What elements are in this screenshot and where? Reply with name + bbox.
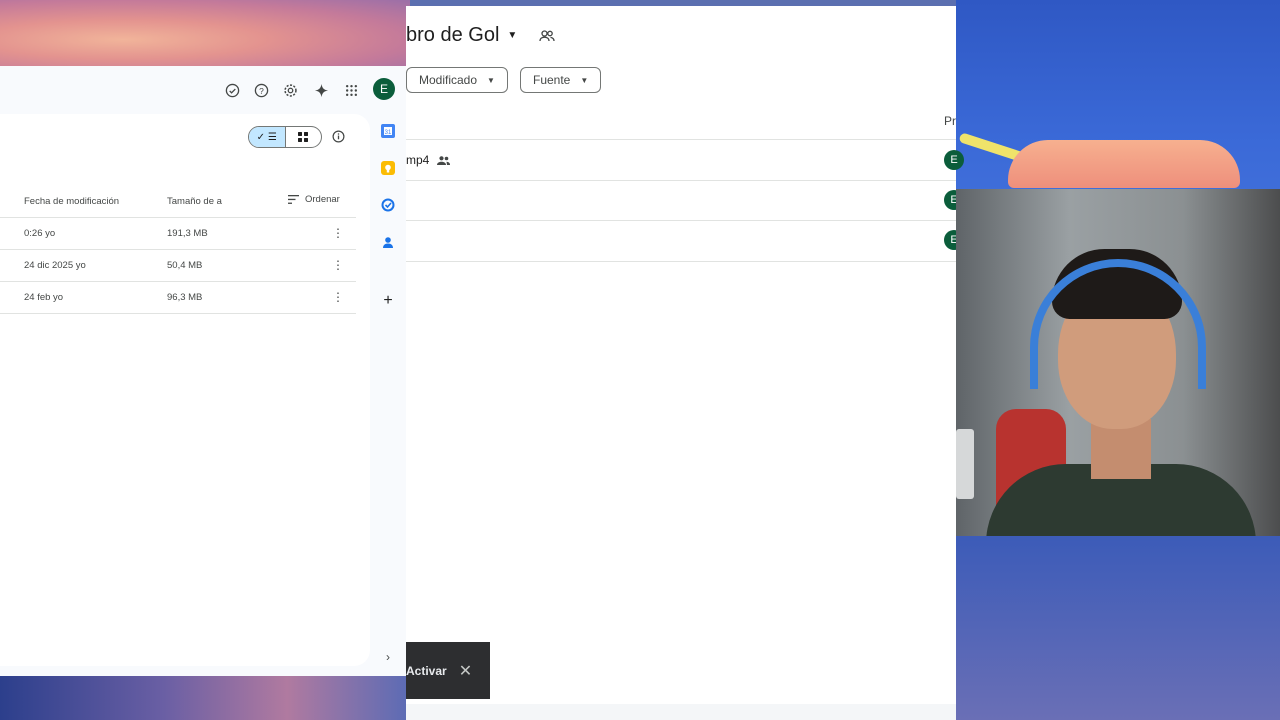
- owner-avatar: E: [944, 150, 964, 170]
- wallpaper-cloud: [1008, 140, 1240, 188]
- filter-source-chip[interactable]: Fuente ▼: [520, 67, 602, 93]
- snackbar-action-button[interactable]: Activar: [406, 664, 447, 678]
- file-name: mp4: [406, 153, 451, 167]
- row-divider: [0, 249, 356, 250]
- more-actions-icon[interactable]: ⋮: [332, 290, 344, 304]
- caret-down-icon: ▼: [507, 30, 518, 41]
- filter-modified-label: Modificado: [419, 73, 478, 87]
- header-divider: [406, 139, 956, 140]
- column-header-owner[interactable]: Pr: [944, 114, 956, 128]
- sort-button[interactable]: Ordenar: [288, 194, 340, 205]
- row-modified: 0:26 yo: [24, 228, 56, 239]
- drive-topbar: ? E: [0, 66, 406, 114]
- settings-icon[interactable]: [279, 79, 301, 101]
- tasks-icon[interactable]: [381, 198, 395, 212]
- list-icon: ☰: [267, 131, 277, 143]
- file-list-panel: ✓ ☰ Fecha de modificación Tamaño de a Or…: [0, 114, 370, 666]
- sort-label: Ordenar: [305, 194, 340, 205]
- check-icon: ✓: [256, 131, 266, 143]
- wallpaper-bottom-left: [0, 676, 410, 720]
- account-avatar[interactable]: E: [373, 78, 395, 100]
- filter-modified-chip[interactable]: Modificado ▼: [406, 67, 508, 93]
- keep-icon[interactable]: [381, 161, 395, 175]
- sort-icon: [288, 195, 299, 204]
- svg-text:31: 31: [385, 130, 392, 136]
- file-name-text: mp4: [406, 153, 430, 167]
- chevron-right-icon[interactable]: ›: [381, 650, 395, 664]
- shared-icon: [437, 155, 451, 165]
- window-bottom-edge: [406, 704, 956, 720]
- row-modified: 24 dic 2025 yo: [24, 260, 86, 271]
- grid-view-button[interactable]: [286, 127, 322, 147]
- row-size: 191,3 MB: [167, 228, 208, 239]
- info-icon[interactable]: [328, 126, 348, 146]
- folder-title[interactable]: bro de Gol ▼: [406, 24, 555, 47]
- column-header-modified[interactable]: Fecha de modificación: [24, 196, 119, 207]
- add-icon[interactable]: +: [381, 292, 395, 309]
- row-modified: 24 feb yo: [24, 292, 64, 303]
- filter-source-label: Fuente: [533, 73, 571, 87]
- row-divider: [0, 281, 356, 282]
- drive-window-middle: bro de Gol ▼ Modificado ▼ Fuente ▼ Pr mp…: [406, 6, 964, 720]
- webcam-overlay: [956, 189, 1280, 536]
- gemini-sparkle-icon[interactable]: [310, 79, 332, 101]
- drive-window-left: ? E ✓ ☰ Fecha de modificación Tamaño de …: [0, 66, 406, 676]
- caret-down-icon: ▼: [580, 75, 589, 85]
- snackbar: Activar ✕: [406, 642, 490, 699]
- row-divider: [406, 261, 956, 262]
- close-icon[interactable]: ✕: [459, 661, 472, 681]
- svg-text:?: ?: [259, 85, 264, 95]
- shared-folder-icon: [539, 29, 555, 41]
- row-divider: [0, 313, 356, 314]
- wallpaper-top-left: [0, 0, 410, 66]
- grid-icon: [298, 132, 309, 142]
- row-divider: [406, 220, 956, 221]
- list-view-button[interactable]: ✓ ☰: [249, 127, 286, 147]
- row-size: 50,4 MB: [167, 260, 203, 271]
- side-panel-rail: 31 + ›: [370, 114, 406, 666]
- offline-check-icon[interactable]: [221, 79, 243, 101]
- column-header-size[interactable]: Tamaño de a: [167, 196, 222, 207]
- caret-down-icon: ▼: [487, 75, 495, 85]
- more-actions-icon[interactable]: ⋮: [332, 226, 344, 240]
- header-divider: [0, 217, 356, 218]
- apps-grid-icon[interactable]: [340, 79, 362, 101]
- folder-title-text: bro de Gol: [406, 24, 500, 46]
- webcam-object: [956, 429, 974, 499]
- row-divider: [406, 180, 956, 181]
- help-icon[interactable]: ?: [250, 79, 272, 101]
- calendar-icon[interactable]: 31: [381, 124, 395, 138]
- more-actions-icon[interactable]: ⋮: [332, 258, 344, 272]
- row-size: 96,3 MB: [167, 292, 203, 303]
- view-toggle[interactable]: ✓ ☰: [248, 126, 322, 148]
- contacts-icon[interactable]: [381, 235, 395, 249]
